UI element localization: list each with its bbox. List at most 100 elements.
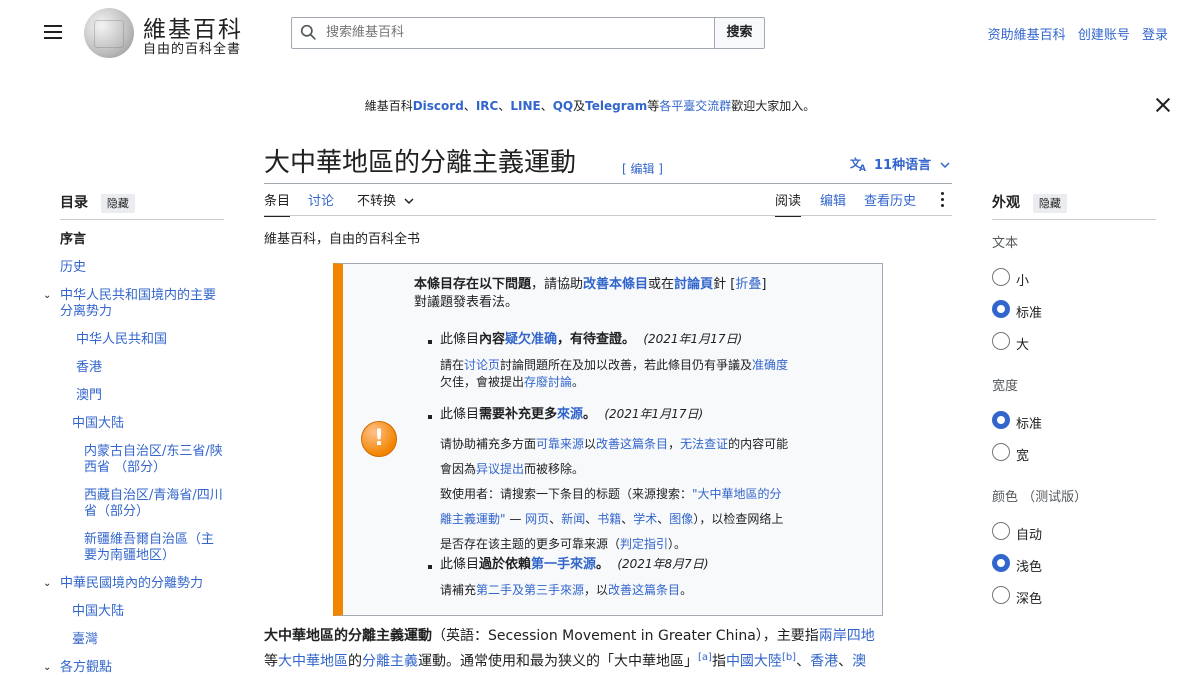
issue-link[interactable]: 來源 [557,407,583,422]
notice-link-telegram[interactable]: Telegram [585,99,647,113]
greater-china-link[interactable]: 大中華地區 [278,654,348,670]
talk-page-link[interactable]: 討論頁 [674,277,713,292]
color-dark-radio[interactable] [992,586,1010,604]
hongkong-link[interactable]: 香港 [810,654,838,670]
toc-item-macau[interactable]: 澳門 [76,388,102,404]
donate-link[interactable]: 资助維基百科 [988,28,1066,43]
width-wide-radio[interactable] [992,443,1010,461]
verifiability-link[interactable]: 无法查证 [680,437,728,451]
improve-article-link[interactable]: 改善本條目 [583,277,648,292]
wikipedia-globe-logo[interactable] [84,8,134,58]
talk-link[interactable]: 讨论页 [464,358,500,372]
improve-link[interactable]: 改善这篇条目 [608,583,680,597]
search-button[interactable]: 搜索 [714,17,765,49]
toc-item-intro[interactable]: 序言 [60,232,86,248]
main-menu-button[interactable] [44,25,62,39]
toc-hide-button[interactable]: 隐藏 [100,194,135,213]
title-divider [264,183,952,184]
secondary-sources-link[interactable]: 第二手及第三手來源 [476,583,584,597]
close-notice-icon[interactable] [1154,96,1172,114]
tab-read[interactable]: 阅读 [775,190,802,217]
toc-item-viewpoints[interactable]: 各方觀點 [60,660,112,675]
toc-item-inner-mongolia[interactable]: 内蒙古自治区/东三省/陕西省 （部分） [84,444,224,476]
toc-item-history[interactable]: 历史 [60,260,86,276]
toc-item-tibet[interactable]: 西藏自治区/青海省/四川省（部分） [84,488,224,520]
language-button[interactable]: 文 A 11种语言 [850,154,950,174]
toc-item-mainland[interactable]: 中国大陆 [72,416,124,432]
width-standard-radio[interactable] [992,411,1010,429]
footnote-b[interactable]: [b] [782,652,796,663]
issue-primary-detail: 请補充第二手及第三手來源，以改善这篇条目。 [440,582,860,599]
text-large-radio[interactable] [992,332,1010,350]
create-account-link[interactable]: 创建账号 [1078,28,1130,43]
text-small-label[interactable]: 小 [1016,270,1029,289]
notice-link-irc[interactable]: IRC [476,99,499,113]
mainland-china-link[interactable]: 中國大陸 [726,654,782,670]
notice-link-discord[interactable]: Discord [413,99,464,113]
color-dark-label[interactable]: 深色 [1016,588,1042,607]
issue-date: (2021年1月17日) [643,332,743,346]
improve-link[interactable]: 改善这篇条目 [596,437,668,451]
chevron-down-icon[interactable]: ⌄ [43,290,51,301]
macau-link[interactable]: 澳 [852,654,866,670]
challenge-link[interactable]: 异议提出 [476,462,524,476]
notice-text: 歡迎大家加入。 [731,99,816,113]
language-count[interactable]: 11种语言 [874,158,931,173]
variant-label[interactable]: 不转换 [357,194,396,209]
toc-item-roc-mainland[interactable]: 中国大陆 [72,604,124,620]
text-standard-label[interactable]: 标准 [1016,302,1042,321]
collapse-link[interactable]: 折叠 [735,277,761,292]
text-large-label[interactable]: 大 [1016,334,1029,353]
toc-item-hongkong[interactable]: 香港 [76,360,102,376]
width-wide-label[interactable]: 宽 [1016,445,1029,464]
accuracy-link[interactable]: 准确度 [752,358,788,372]
color-auto-label[interactable]: 自动 [1016,524,1042,543]
search-input[interactable] [326,17,706,49]
appearance-hide-button[interactable]: 隐藏 [1032,194,1067,213]
issue-link[interactable]: 第一手來源 [531,557,596,572]
tab-history[interactable]: 查看历史 [864,190,916,215]
toc-item-prc-section[interactable]: 中华人民共和国境内的主要分离势力 [60,288,220,320]
search-web-link[interactable]: 网页 [525,512,549,526]
more-tools-icon[interactable] [941,192,945,210]
title-edit-link[interactable]: [ 编辑 ] [622,160,663,177]
toc-title: 目录 [60,195,88,211]
notice-link-qq[interactable]: QQ [553,99,573,113]
issue-link[interactable]: 疑欠准确 [505,332,557,347]
notice-link-groups[interactable]: 各平臺交流群 [659,99,731,113]
color-auto-radio[interactable] [992,522,1010,540]
tab-talk[interactable]: 讨论 [308,190,334,215]
search-books-link[interactable]: 书籍 [597,512,621,526]
guideline-link[interactable]: 判定指引 [620,537,668,551]
toc-item-xinjiang[interactable]: 新疆維吾爾自治區（主要为南疆地区） [84,532,224,564]
reliable-sources-link[interactable]: 可靠来源 [536,437,584,451]
tab-article[interactable]: 条目 [264,190,291,217]
cross-strait-link[interactable]: 兩岸四地 [819,628,875,644]
search-title-link[interactable]: 離主義運動" [440,512,506,526]
search-news-link[interactable]: 新闻 [561,512,585,526]
footnote-a[interactable]: [a] [698,652,712,663]
tab-edit[interactable]: 编辑 [820,190,846,215]
text-standard-radio[interactable] [992,300,1010,318]
toc-item-roc-section[interactable]: 中華民國境內的分離勢力 [60,576,203,592]
login-link[interactable]: 登录 [1142,28,1168,43]
toc-item-prc[interactable]: 中华人民共和国 [76,332,167,348]
text-small-radio[interactable] [992,268,1010,286]
afd-link[interactable]: 存廢討論 [524,375,572,389]
chevron-down-icon[interactable]: ⌄ [43,578,51,589]
search-scholar-link[interactable]: 学术 [633,512,657,526]
toc-item-taiwan[interactable]: 臺灣 [72,632,98,648]
width-standard-label[interactable]: 标准 [1016,413,1042,432]
search-title-link[interactable]: "大中華地區的分 [692,487,782,501]
chevron-down-icon[interactable]: ⌄ [43,662,51,673]
search-images-link[interactable]: 图像 [669,512,693,526]
color-light-label[interactable]: 浅色 [1016,556,1042,575]
variant-dropdown[interactable]: 不转换 [357,190,414,215]
notice-sep: 、 [463,99,476,113]
color-light-radio[interactable] [992,554,1010,572]
issues-intro-text: 針 [713,277,727,292]
notice-link-line[interactable]: LINE [510,99,540,113]
title-edit-label[interactable]: [ 编辑 ] [622,162,663,176]
separatism-link[interactable]: 分離主義 [362,654,418,670]
issues-intro-text: ，請協助 [531,277,584,292]
